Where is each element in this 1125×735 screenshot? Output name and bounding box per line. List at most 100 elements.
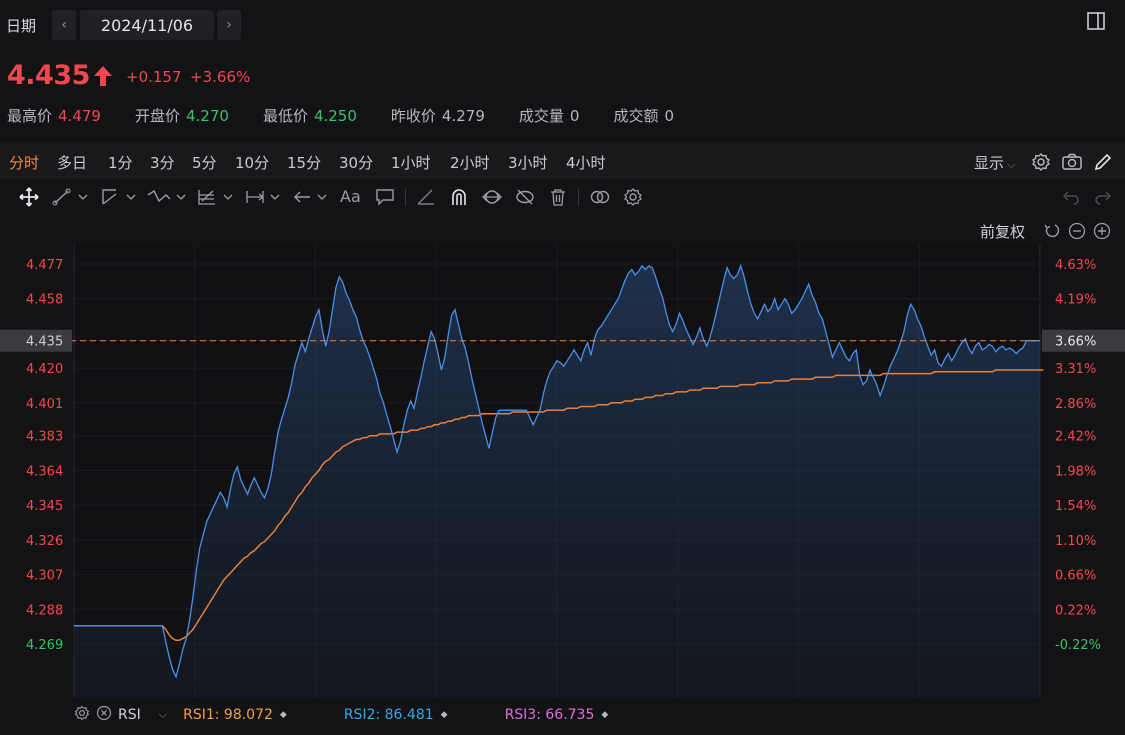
left-axis: 4.477 4.458 4.435 4.420 4.401 4.383 4.364 4.345… bbox=[0, 258, 72, 653]
right-tick-label: 2.86% bbox=[1055, 397, 1096, 412]
price-change-pct: +3.66% bbox=[190, 68, 251, 86]
tab-timeframe-intraday[interactable]: 分时 bbox=[9, 152, 39, 173]
tab-timeframe-10m[interactable]: 10分 bbox=[235, 152, 269, 173]
tab-timeframe-15m[interactable]: 15分 bbox=[287, 152, 321, 173]
move-crosshair-icon[interactable] bbox=[18, 187, 40, 207]
right-tick-label: 0.66% bbox=[1055, 569, 1096, 584]
fibonacci-tool-icon[interactable] bbox=[196, 187, 236, 207]
right-tick-label: 1.54% bbox=[1055, 499, 1096, 514]
left-tick-label: 4.477 bbox=[26, 258, 63, 273]
right-tick-label: 1.10% bbox=[1055, 534, 1096, 549]
reset-icon[interactable] bbox=[1043, 222, 1061, 240]
display-dropdown[interactable]: 显示 ⌵ bbox=[974, 152, 1015, 173]
diamond-icon: ◆ bbox=[279, 710, 287, 720]
right-axis: 4.63% 4.19% 3.66% 3.31% 2.86% 2.42% 1.98% 1.54%… bbox=[1042, 258, 1125, 653]
left-tick-label: 4.345 bbox=[26, 499, 63, 514]
tab-timeframe-3m[interactable]: 3分 bbox=[150, 152, 175, 173]
ruler-tool-icon[interactable] bbox=[415, 187, 437, 207]
stat-volume: 成交量 0 bbox=[518, 107, 580, 125]
chevron-right-icon: › bbox=[226, 17, 232, 33]
camera-icon[interactable] bbox=[1061, 152, 1083, 176]
date-picker[interactable]: 2024/11/06 bbox=[80, 10, 214, 40]
timeframe-bar: 分时 多日 1分 3分 5分 10分 15分 30分 1小时 2小时 3小时 4… bbox=[0, 143, 1125, 179]
pitchfork-tool-icon[interactable] bbox=[100, 187, 138, 207]
comment-tool-icon[interactable] bbox=[374, 187, 396, 207]
tab-timeframe-2h[interactable]: 2小时 bbox=[450, 152, 490, 173]
right-tick-label: -0.22% bbox=[1055, 638, 1101, 653]
rsi1-value: RSI1: 98.072 bbox=[183, 707, 273, 723]
trash-icon[interactable] bbox=[547, 187, 569, 207]
date-label: 日期 bbox=[6, 17, 37, 35]
hide-drawings-icon[interactable] bbox=[514, 187, 536, 207]
indicator-name: RSI bbox=[118, 707, 141, 723]
panel-toggle-icon[interactable] bbox=[1086, 11, 1106, 31]
text-tool-icon[interactable]: Aa bbox=[340, 187, 364, 207]
indicator-close-icon[interactable] bbox=[96, 705, 112, 725]
toolbar-divider bbox=[578, 188, 579, 206]
left-tick-label: 4.269 bbox=[26, 638, 63, 653]
right-tick-label: 2.42% bbox=[1055, 430, 1096, 445]
chevron-down-icon: ⌵ bbox=[1007, 158, 1016, 171]
measure-tool-icon[interactable] bbox=[244, 187, 284, 207]
last-price: 4.435 bbox=[7, 60, 90, 91]
rsi2-value: RSI2: 86.481 bbox=[343, 707, 434, 723]
magnet-icon[interactable] bbox=[448, 187, 470, 207]
left-tick-label: 4.420 bbox=[26, 362, 63, 377]
lock-drawings-icon[interactable] bbox=[481, 187, 503, 207]
drawing-toolbar: Aa bbox=[0, 181, 1125, 213]
tab-timeframe-3h[interactable]: 3小时 bbox=[508, 152, 548, 173]
left-tick-label: 4.401 bbox=[26, 397, 63, 412]
left-tick-label: 4.326 bbox=[26, 534, 63, 549]
right-tick-label: 1.98% bbox=[1055, 464, 1096, 479]
toolbar-divider bbox=[405, 188, 406, 206]
arrow-tool-icon[interactable] bbox=[292, 187, 332, 207]
zoom-in-icon[interactable] bbox=[1093, 222, 1111, 240]
tab-timeframe-multiday[interactable]: 多日 bbox=[57, 152, 87, 173]
right-tick-label: 3.66% bbox=[1055, 335, 1096, 350]
rsi-indicator-row: RSI ⌵ RSI1: 98.072 ◆ RSI2: 86.481 ◆ RSI3… bbox=[74, 705, 608, 725]
compare-icon[interactable] bbox=[589, 187, 611, 207]
adjustment-mode-label[interactable]: 前复权 bbox=[980, 221, 1025, 242]
chart-settings-gear-icon[interactable] bbox=[622, 187, 644, 207]
chevron-left-icon: ‹ bbox=[61, 17, 67, 33]
tab-timeframe-5m[interactable]: 5分 bbox=[192, 152, 217, 173]
price-block: 4.435 bbox=[7, 60, 114, 91]
stats-row: 最高价 4.479 开盘价 4.270 最低价 4.250 昨收价 4.279 成交量 0… bbox=[7, 105, 708, 126]
arrow-up-icon bbox=[93, 65, 112, 86]
undo-icon[interactable] bbox=[1060, 187, 1082, 207]
tab-timeframe-1m[interactable]: 1分 bbox=[108, 152, 133, 173]
right-tick-label: 4.19% bbox=[1055, 293, 1096, 308]
redo-icon[interactable] bbox=[1092, 187, 1114, 207]
stat-prev-close: 昨收价 4.279 bbox=[390, 107, 485, 125]
left-tick-label: 4.288 bbox=[26, 603, 63, 618]
price-change: +0.157 bbox=[126, 68, 182, 86]
right-tick-label: 0.22% bbox=[1055, 603, 1096, 618]
intraday-chart[interactable]: 4.477 4.458 4.435 4.420 4.401 4.383 4.364 4.345… bbox=[0, 244, 1125, 700]
stat-turnover: 成交额 0 bbox=[613, 107, 674, 125]
tab-timeframe-30m[interactable]: 30分 bbox=[339, 152, 373, 173]
left-tick-label: 4.458 bbox=[26, 293, 63, 308]
diamond-icon: ◆ bbox=[601, 710, 609, 720]
tab-timeframe-1h[interactable]: 1小时 bbox=[391, 152, 431, 173]
right-tick-label: 3.31% bbox=[1055, 362, 1096, 377]
pencil-icon[interactable] bbox=[1093, 152, 1113, 176]
left-tick-label: 4.307 bbox=[26, 569, 63, 584]
rsi3-value: RSI3: 66.735 bbox=[504, 707, 595, 723]
wave-tool-icon[interactable] bbox=[146, 187, 188, 207]
zoom-out-icon[interactable] bbox=[1068, 222, 1086, 240]
tab-timeframe-4h[interactable]: 4小时 bbox=[566, 152, 606, 173]
next-date-button[interactable]: › bbox=[217, 10, 241, 40]
right-tick-label: 4.63% bbox=[1055, 258, 1096, 273]
chevron-down-icon[interactable]: ⌵ bbox=[159, 708, 167, 722]
trend-line-tool-icon[interactable] bbox=[52, 187, 90, 207]
settings-gear-icon[interactable] bbox=[1031, 152, 1051, 176]
stat-high: 最高价 4.479 bbox=[7, 107, 101, 125]
indicator-settings-gear-icon[interactable] bbox=[74, 705, 90, 725]
left-tick-label: 4.435 bbox=[26, 335, 63, 350]
left-tick-label: 4.383 bbox=[26, 430, 63, 445]
stat-open: 开盘价 4.270 bbox=[134, 107, 229, 125]
stat-low: 最低价 4.250 bbox=[262, 107, 357, 125]
diamond-icon: ◆ bbox=[440, 710, 448, 720]
prev-date-button[interactable]: ‹ bbox=[52, 10, 76, 40]
left-tick-label: 4.364 bbox=[26, 464, 63, 479]
